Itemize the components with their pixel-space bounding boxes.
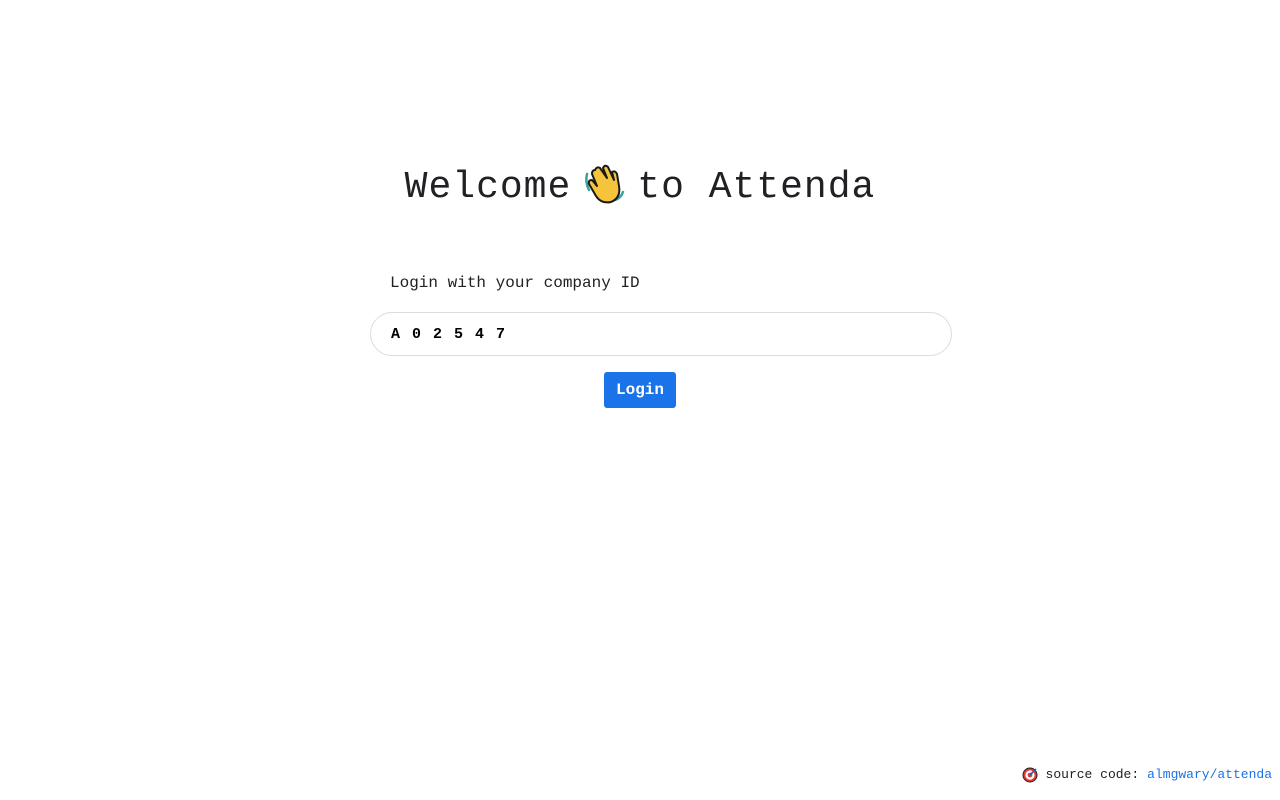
footer: source code: almgwary/attenda: [1022, 766, 1272, 784]
waving-hand-icon: [581, 160, 627, 206]
title-rest: to Attenda: [637, 166, 876, 209]
title-welcome: Welcome: [404, 166, 572, 209]
login-label: Login with your company ID: [390, 274, 640, 292]
login-button[interactable]: Login: [604, 372, 676, 408]
source-code-link[interactable]: almgwary/attenda: [1147, 766, 1272, 784]
company-id-input[interactable]: [370, 312, 952, 356]
page: Welcome to Attenda Login with your compa…: [0, 0, 1280, 800]
page-title: Welcome to Attenda: [0, 158, 1280, 218]
target-icon: [1022, 767, 1038, 783]
footer-text: source code:: [1045, 767, 1140, 782]
